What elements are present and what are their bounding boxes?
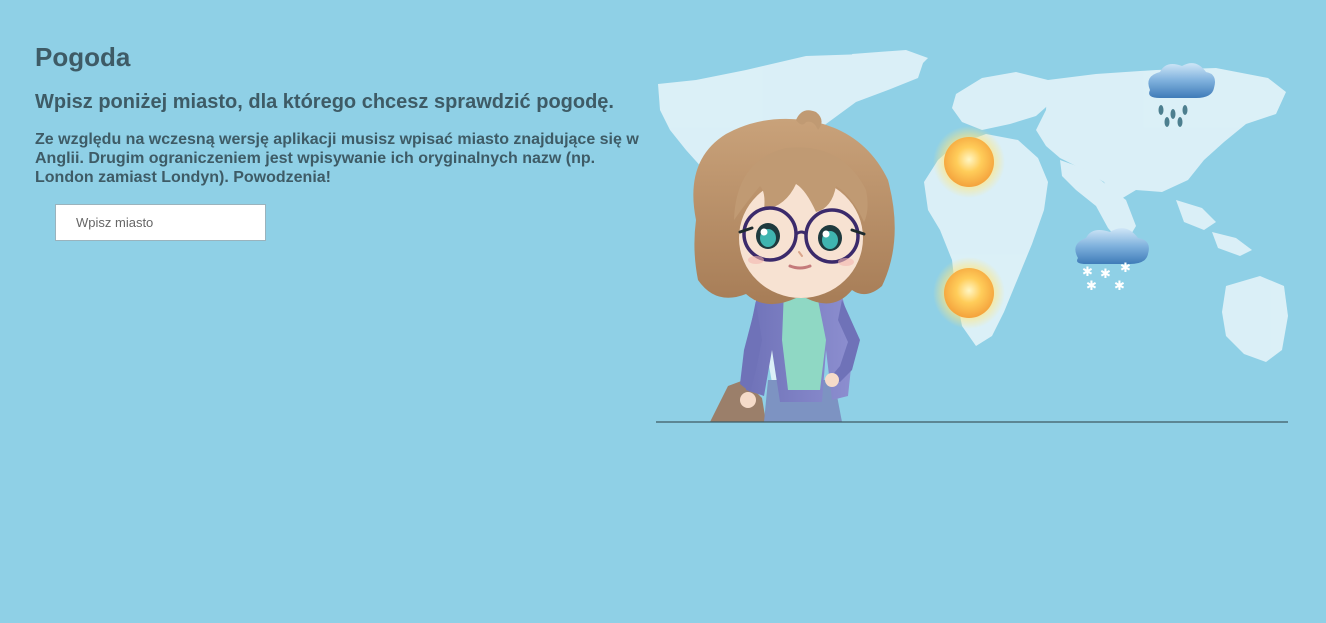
- svg-text:✱: ✱: [1082, 265, 1093, 280]
- svg-text:✱: ✱: [1114, 279, 1125, 294]
- page-title: Pogoda: [35, 42, 131, 72]
- sun-icon: [933, 257, 1005, 329]
- girl-character: [693, 110, 895, 422]
- svg-text:✱: ✱: [1100, 267, 1111, 282]
- intro-section: Pogoda Wpisz poniżej miasto, dla którego…: [35, 40, 645, 187]
- city-search-input[interactable]: [55, 204, 266, 241]
- svg-text:✱: ✱: [1120, 261, 1131, 276]
- svg-text:✱: ✱: [1086, 279, 1097, 294]
- weather-illustration: ✱ ✱ ✱ ✱ ✱: [656, 50, 1288, 423]
- snow-cloud-icon: ✱ ✱ ✱ ✱ ✱: [1075, 228, 1149, 294]
- limitation-notice: Ze względu na wczesną wersję aplikacji m…: [35, 131, 639, 186]
- sun-icon: [933, 126, 1005, 198]
- weather-app-page: Pogoda Wpisz poniżej miasto, dla którego…: [0, 0, 1326, 623]
- page-subtitle: Wpisz poniżej miasto, dla którego chcesz…: [35, 91, 614, 113]
